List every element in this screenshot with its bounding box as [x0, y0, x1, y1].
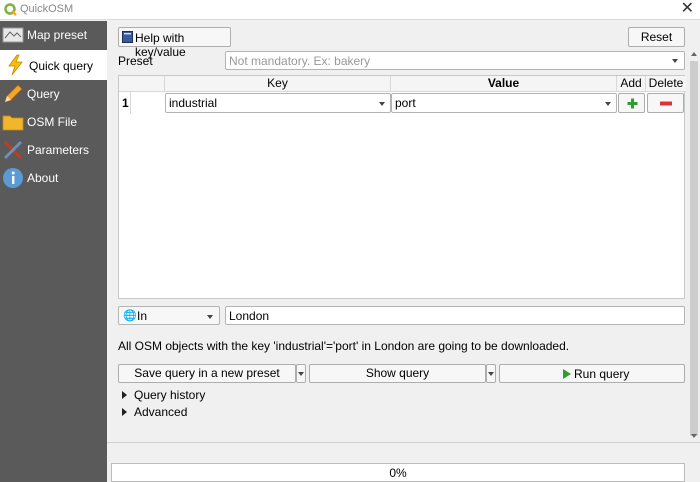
chevron-down-icon — [672, 59, 678, 63]
qgis-logo-icon — [4, 3, 17, 16]
sidebar-item-label: About — [27, 171, 59, 185]
scroll-up-icon[interactable] — [691, 52, 697, 56]
row-index: 1 — [122, 96, 129, 110]
place-input-text: London — [229, 309, 270, 323]
divider — [107, 442, 700, 443]
sidebar-item-query[interactable]: Query — [0, 80, 107, 108]
chevron-down-icon — [488, 372, 494, 376]
help-key-value-button[interactable]: Help with key/value — [118, 27, 231, 59]
advanced-label: Advanced — [134, 405, 188, 419]
sidebar-item-label: OSM File — [27, 115, 78, 129]
query-summary: All OSM objects with the key 'industrial… — [118, 339, 570, 353]
chevron-down-icon — [605, 102, 611, 106]
header-corner — [119, 76, 165, 92]
place-input[interactable]: London — [225, 306, 685, 325]
row-divider — [130, 92, 131, 114]
chevron-down-icon — [298, 372, 304, 376]
show-query-dropdown-button[interactable] — [486, 364, 496, 383]
value-value-text: port — [395, 96, 416, 110]
show-query-button[interactable]: Show query — [309, 364, 486, 383]
table-row: 1 industrial port — [119, 92, 684, 114]
save-query-preset-button[interactable]: Save query in a new preset — [118, 364, 296, 383]
key-value-text: industrial — [169, 96, 218, 110]
globe-icon: 🌐 — [123, 310, 137, 322]
run-query-label: Run query — [574, 367, 630, 381]
reset-button[interactable]: Reset — [628, 27, 685, 47]
run-query-button[interactable]: Run query — [499, 364, 685, 383]
progress-bar: 0% — [111, 463, 685, 482]
chevron-down-icon — [207, 315, 213, 319]
sidebar-item-osm-file[interactable]: OSM File — [0, 108, 107, 136]
vertical-scrollbar[interactable] — [688, 49, 700, 441]
chevron-down-icon — [379, 102, 385, 106]
sidebar-item-parameters[interactable]: Parameters — [0, 136, 107, 164]
minus-icon — [660, 101, 672, 106]
header-key: Key — [165, 76, 391, 92]
query-history-toggle[interactable]: Query history — [118, 388, 318, 404]
location-mode-combo[interactable]: 🌐 In — [118, 306, 220, 325]
tools-icon — [3, 140, 23, 160]
preset-placeholder: Not mandatory. Ex: bakery — [229, 54, 371, 68]
sidebar-item-label: Map preset — [27, 28, 88, 42]
add-row-button[interactable] — [618, 93, 645, 113]
sidebar: Map preset Quick query Query OSM File Pa… — [0, 21, 107, 482]
sidebar-item-map-preset[interactable]: Map preset — [0, 21, 107, 49]
header-delete: Delete — [646, 76, 686, 92]
pencil-icon — [4, 84, 23, 103]
header-add: Add — [617, 76, 646, 92]
location-mode-text: In — [137, 309, 148, 323]
scroll-down-icon[interactable] — [691, 434, 697, 438]
save-query-dropdown-button[interactable] — [296, 364, 306, 383]
lightning-icon — [8, 54, 23, 76]
close-icon[interactable]: ✕ — [681, 0, 694, 18]
map-icon — [2, 27, 24, 43]
progress-text: 0% — [389, 466, 407, 480]
info-icon — [3, 168, 23, 188]
folder-icon — [2, 115, 24, 131]
sidebar-item-quick-query[interactable]: Quick query — [0, 50, 107, 80]
window-title: QuickOSM — [20, 3, 74, 15]
plus-icon — [627, 98, 638, 109]
play-icon — [563, 369, 571, 379]
sidebar-item-about[interactable]: About — [0, 164, 107, 192]
value-combo[interactable]: port — [391, 93, 617, 113]
expand-triangle-icon — [122, 408, 127, 416]
title-bar: QuickOSM ✕ — [0, 0, 700, 20]
header-value: Value — [391, 76, 617, 92]
delete-row-button[interactable] — [647, 93, 684, 113]
expand-triangle-icon — [122, 391, 127, 399]
key-value-table: Key Value Add Delete 1 industrial port — [118, 75, 686, 299]
sidebar-item-label: Query — [27, 87, 60, 101]
advanced-toggle[interactable]: Advanced — [118, 405, 318, 421]
sidebar-item-label: Parameters — [27, 143, 90, 157]
key-combo[interactable]: industrial — [165, 93, 391, 113]
book-icon — [122, 31, 133, 43]
sidebar-item-label: Quick query — [29, 59, 94, 73]
scroll-thumb[interactable] — [690, 61, 698, 436]
preset-label: Preset — [118, 54, 153, 68]
query-history-label: Query history — [134, 388, 206, 402]
preset-combo[interactable]: Not mandatory. Ex: bakery — [225, 51, 685, 70]
